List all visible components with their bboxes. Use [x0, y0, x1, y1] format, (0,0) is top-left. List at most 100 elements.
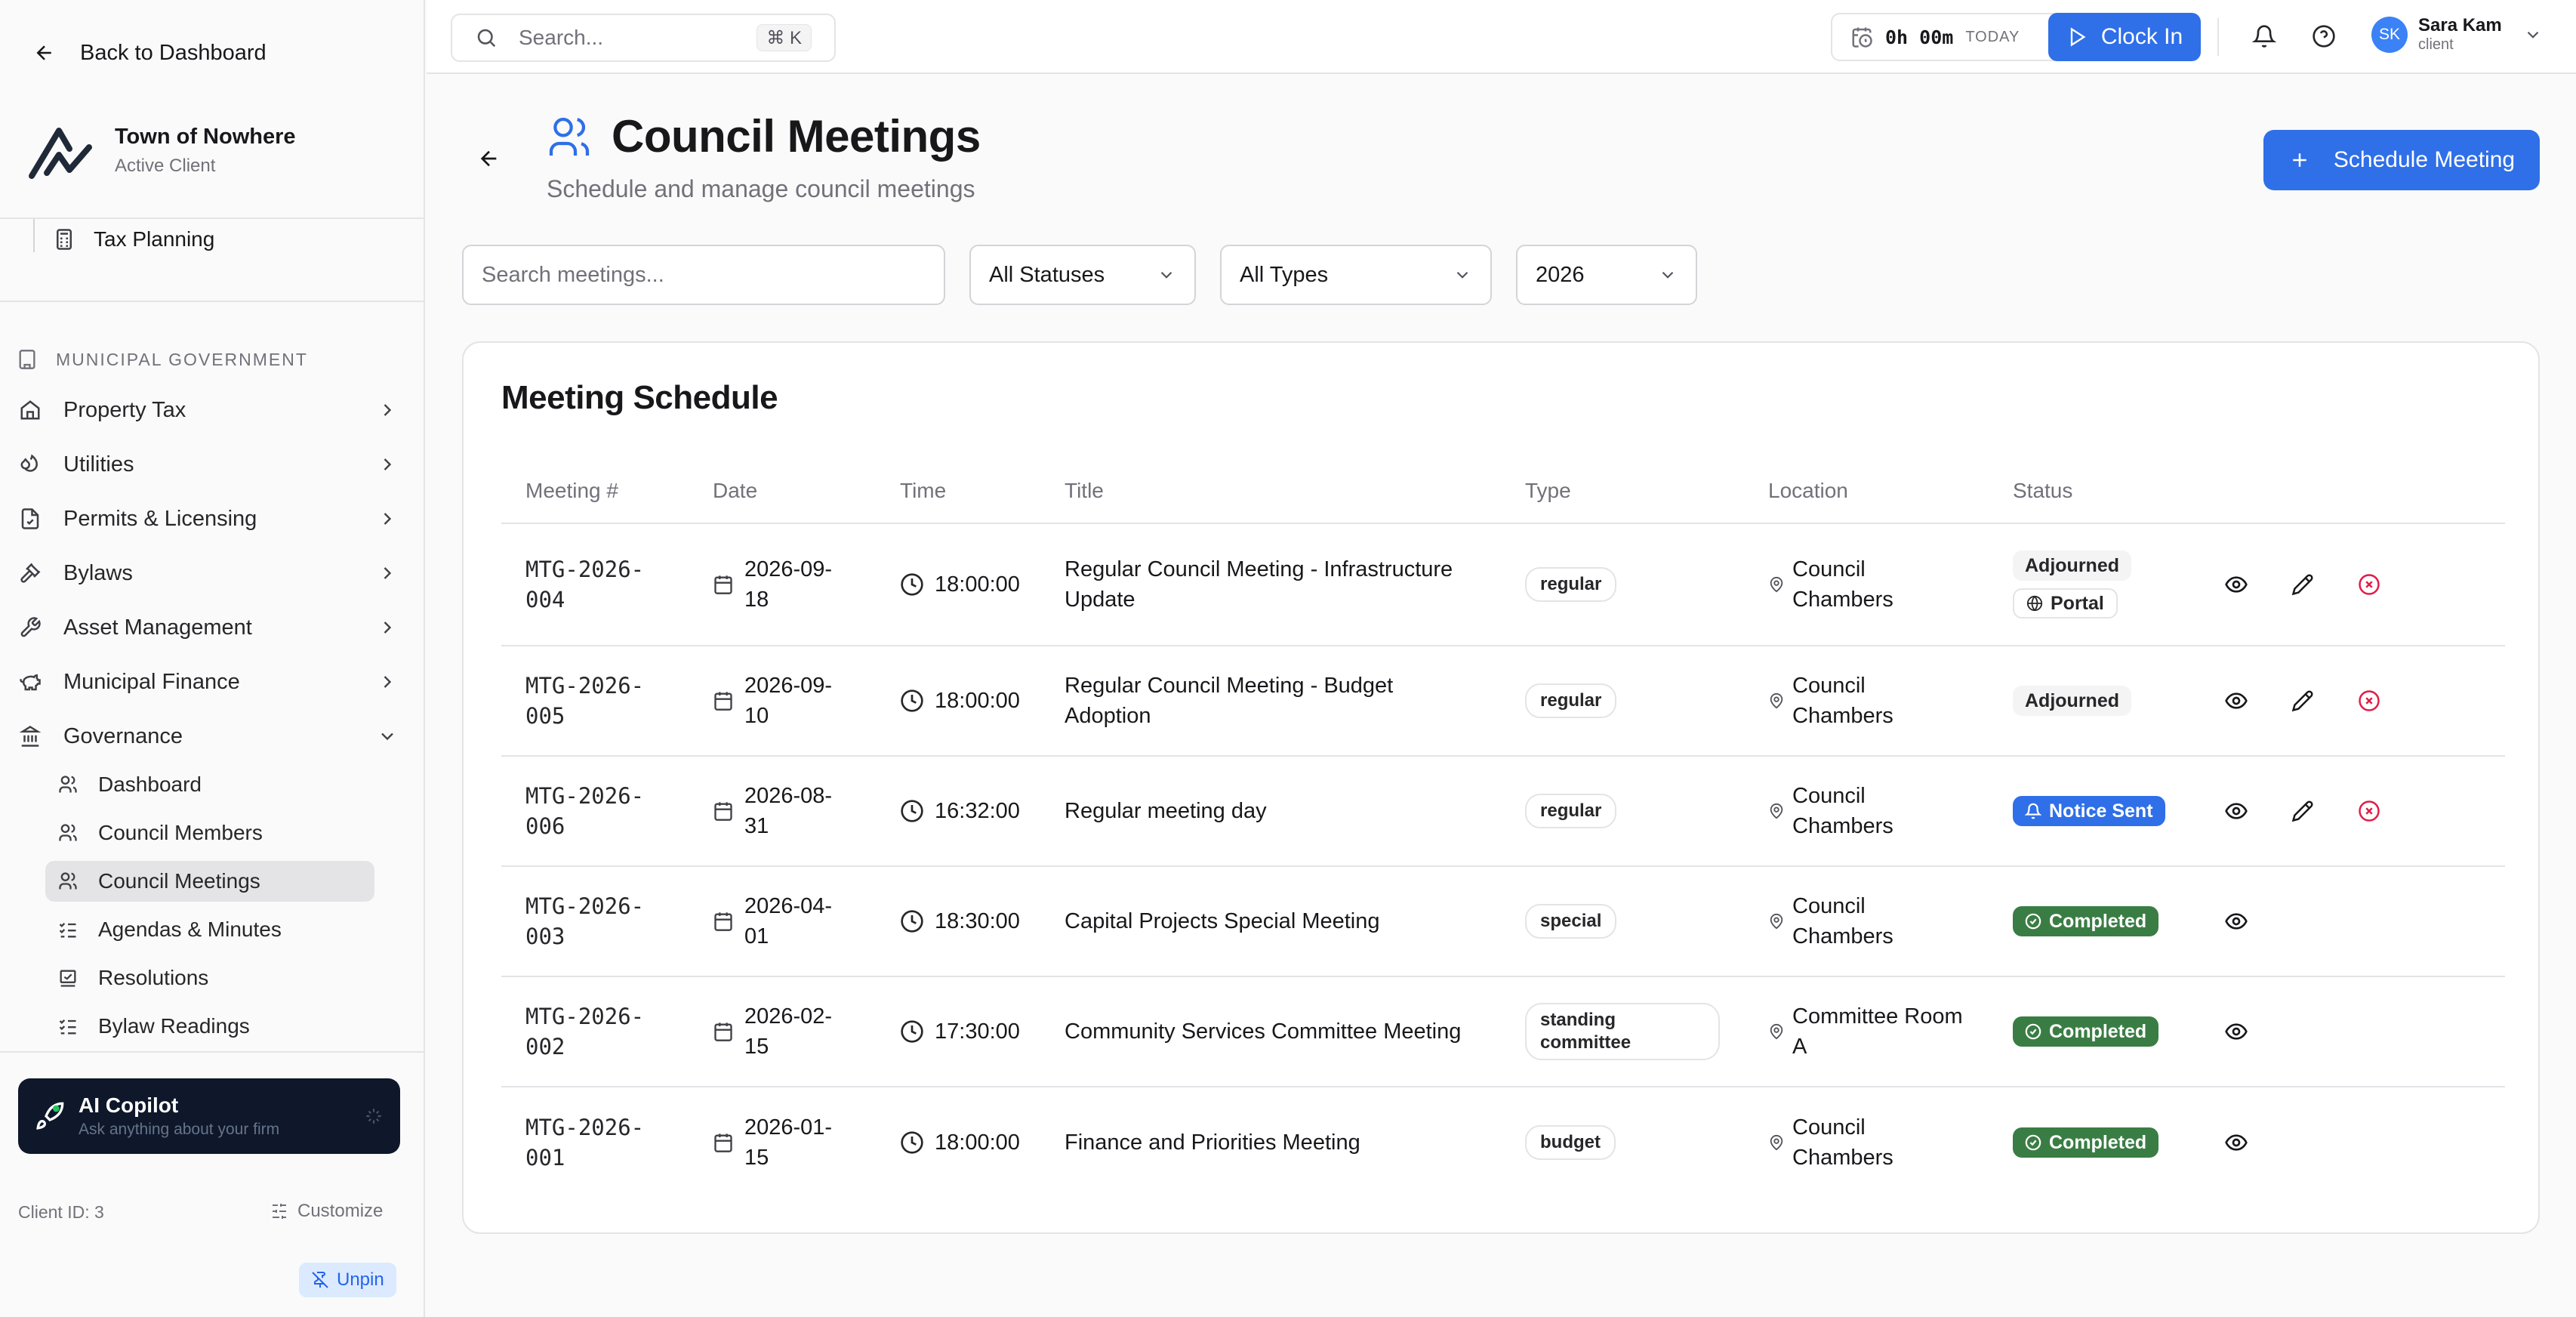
clock-in-label: Clock In	[2100, 24, 2183, 49]
sidebar-item-utilities[interactable]: Utilities	[17, 443, 398, 486]
eye-icon	[2224, 1130, 2248, 1155]
row-actions	[501, 646, 2505, 755]
sidebar-item-resolutions[interactable]: Resolutions	[45, 958, 374, 998]
card-title: Meeting Schedule	[501, 379, 778, 416]
eye-icon	[2224, 909, 2248, 933]
arrow-left-icon	[36, 45, 51, 60]
copilot-subtitle: Ask anything about your firm	[79, 1121, 280, 1138]
year-filter-select[interactable]: 2026	[1516, 245, 1697, 305]
cancel-meeting-button[interactable]	[2354, 796, 2384, 826]
avatar: SK	[2371, 16, 2408, 53]
tree-line	[33, 219, 35, 252]
meetings-search-placeholder: Search meetings...	[482, 262, 664, 287]
timer-value: 0h 00m	[1885, 26, 1954, 48]
sidebar-divider	[0, 301, 425, 302]
x-circle-icon	[2358, 800, 2380, 822]
sidebar-divider	[0, 1051, 425, 1053]
sidebar-subitem-label: Agendas & Minutes	[98, 918, 282, 941]
sidebar: Back to Dashboard Town of Nowhere Active…	[0, 0, 425, 1317]
schedule-meeting-label: Schedule Meeting	[2333, 147, 2516, 172]
schedule-meeting-button[interactable]: Schedule Meeting	[2263, 130, 2540, 190]
sidebar-item-tax-planning[interactable]: Tax Planning	[53, 221, 214, 258]
search-icon	[477, 29, 496, 48]
status-filter-value: All Statuses	[989, 262, 1105, 287]
table-row: MTG-2026- 005 2026-09- 10 18:00:00 Regular…	[501, 646, 2505, 757]
x-circle-icon	[2358, 573, 2380, 596]
back-button[interactable]	[477, 147, 501, 174]
type-filter-value: All Types	[1240, 262, 1329, 287]
chevron-right-icon	[384, 621, 392, 634]
edit-button[interactable]	[2288, 569, 2318, 600]
row-actions	[501, 867, 2505, 976]
edit-button[interactable]	[2288, 686, 2318, 716]
user-name: Sara Kam	[2418, 15, 2502, 35]
page-subtitle: Schedule and manage council meetings	[547, 175, 975, 202]
view-button[interactable]	[2221, 906, 2251, 936]
ai-copilot-button[interactable]: AI Copilot Ask anything about your firm	[18, 1078, 400, 1154]
global-search-input[interactable]: Search... ⌘ K	[451, 14, 836, 62]
row-actions	[501, 757, 2505, 865]
column-header: Location	[1768, 479, 1848, 502]
unpin-button[interactable]: Unpin	[299, 1263, 396, 1297]
time-tracker[interactable]: 0h 00m TODAY	[1831, 13, 2083, 61]
bell-icon[interactable]	[2249, 21, 2279, 51]
clock-in-button[interactable]: Clock In	[2048, 13, 2201, 61]
column-header: Time	[900, 479, 947, 502]
gavel-icon	[17, 560, 44, 587]
customize-button[interactable]: Customize	[270, 1201, 383, 1222]
sidebar-item-council-members[interactable]: Council Members	[45, 813, 374, 853]
view-button[interactable]	[2221, 1127, 2251, 1158]
help-icon[interactable]	[2309, 21, 2339, 51]
building-icon	[19, 350, 35, 369]
sidebar-item-label: Utilities	[63, 452, 134, 477]
sidebar-subitem-label: Council Meetings	[98, 869, 260, 893]
keyboard-shortcut: ⌘ K	[756, 24, 812, 51]
sidebar-item-governance[interactable]: Governance	[17, 715, 398, 757]
sidebar-item-permits[interactable]: Permits & Licensing	[17, 498, 398, 540]
section-label-text: MUNICIPAL GOVERNMENT	[56, 349, 308, 369]
stamp-icon	[56, 966, 80, 990]
sidebar-item-label: Permits & Licensing	[63, 506, 257, 531]
type-filter-select[interactable]: All Types	[1220, 245, 1492, 305]
sidebar-item-bylaws[interactable]: Bylaws	[17, 552, 398, 594]
view-button[interactable]	[2221, 569, 2251, 600]
list-checks-icon	[56, 918, 80, 942]
sidebar-item-property-tax[interactable]: Property Tax	[17, 389, 398, 431]
pencil-icon	[2291, 573, 2314, 596]
status-filter-select[interactable]: All Statuses	[969, 245, 1196, 305]
tax-planning-label: Tax Planning	[94, 227, 215, 251]
eye-icon	[2224, 689, 2248, 713]
client-switcher[interactable]: Town of Nowhere Active Client	[27, 117, 296, 184]
client-id: Client ID: 3	[18, 1202, 104, 1222]
column-header: Title	[1065, 479, 1104, 502]
back-to-dashboard-link[interactable]: Back to Dashboard	[33, 35, 267, 71]
view-button[interactable]	[2221, 686, 2251, 716]
chevron-right-icon	[384, 513, 392, 525]
sidebar-item-label: Governance	[63, 723, 183, 748]
sidebar-item-council-meetings[interactable]: Council Meetings	[45, 861, 374, 902]
view-button[interactable]	[2221, 796, 2251, 826]
cancel-meeting-button[interactable]	[2354, 686, 2384, 716]
customize-label: Customize	[297, 1201, 384, 1221]
sidebar-item-asset-management[interactable]: Asset Management	[17, 606, 398, 649]
calendar-clock-icon	[1852, 27, 1872, 48]
user-menu[interactable]: SK Sara Kam client	[2371, 15, 2543, 54]
cancel-meeting-button[interactable]	[2354, 569, 2384, 600]
column-header: Status	[2013, 479, 2073, 502]
client-logo-icon	[29, 128, 92, 179]
sidebar-item-bylaw-readings[interactable]: Bylaw Readings	[45, 1006, 374, 1047]
column-header: Type	[1525, 479, 1571, 502]
chevron-down-icon	[2527, 31, 2539, 39]
sidebar-item-agendas[interactable]: Agendas & Minutes	[45, 909, 374, 950]
meetings-search-input[interactable]: Search meetings...	[462, 245, 945, 305]
meetings-table: Meeting # Date Time Title Type Location …	[501, 456, 2505, 1198]
sidebar-subitem-label: Council Members	[98, 821, 263, 844]
sidebar-item-gov-dashboard[interactable]: Dashboard	[45, 764, 374, 805]
sidebar-item-municipal-finance[interactable]: Municipal Finance	[17, 661, 398, 703]
eye-icon	[2224, 572, 2248, 597]
view-button[interactable]	[2221, 1016, 2251, 1047]
pencil-icon	[2291, 800, 2314, 822]
table-row: MTG-2026- 003 2026-04- 01 18:30:00 Capital…	[501, 867, 2505, 977]
landmark-icon	[17, 723, 44, 750]
edit-button[interactable]	[2288, 796, 2318, 826]
